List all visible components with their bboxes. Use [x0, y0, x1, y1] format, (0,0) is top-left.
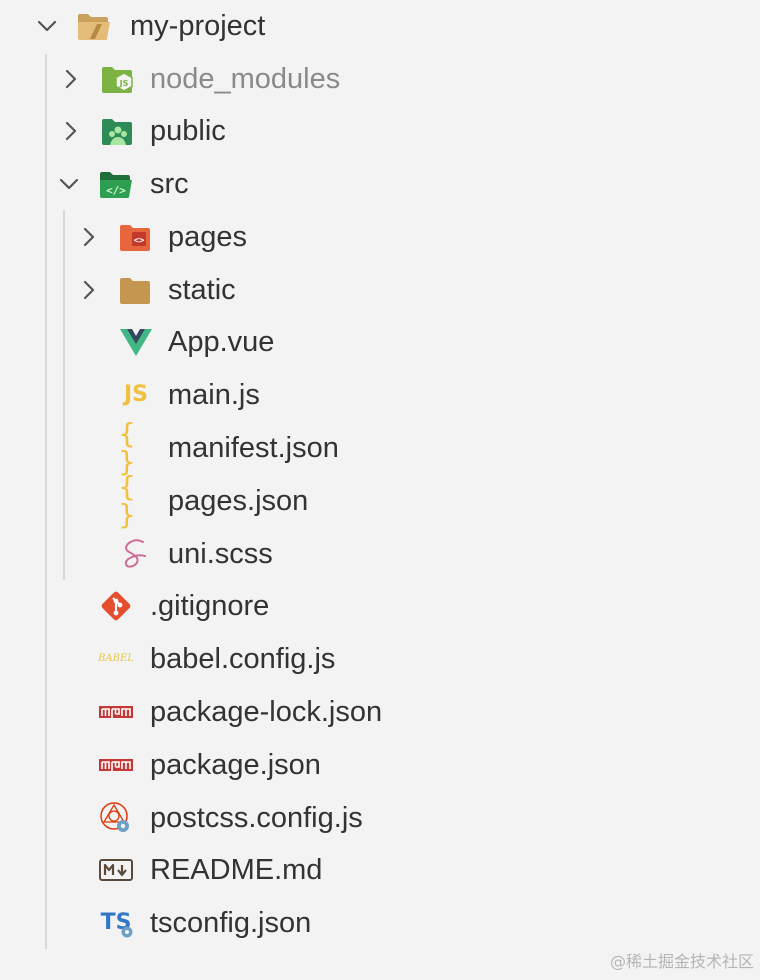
tree-item-label: pages	[168, 221, 248, 253]
tree-item-package-json[interactable]: package.json	[0, 739, 760, 791]
nodejs-folder-icon: JS	[100, 61, 136, 97]
tree-item-label: .gitignore	[150, 590, 270, 622]
tree-item-babel-config[interactable]: BABEL babel.config.js	[0, 633, 760, 685]
tree-item-postcss-config[interactable]: postcss.config.js	[0, 792, 760, 844]
tree-item-src[interactable]: </> src	[0, 158, 760, 210]
pages-folder-icon: <>	[118, 219, 154, 255]
chevron-down-icon[interactable]	[58, 170, 80, 198]
tree-item-main-js[interactable]: JS main.js	[0, 369, 760, 421]
tree-item-label: node_modules	[150, 63, 341, 95]
watermark: @稀土掘金技术社区	[609, 952, 754, 971]
src-folder-open-icon: </>	[98, 166, 134, 202]
sass-icon	[118, 536, 154, 572]
vue-icon	[118, 324, 154, 360]
svg-text:JS: JS	[119, 79, 129, 88]
chevron-down-icon[interactable]	[36, 12, 58, 40]
tree-item-label: src	[150, 168, 189, 200]
tree-item-public[interactable]: public	[0, 105, 760, 157]
tree-item-package-lock-json[interactable]: package-lock.json	[0, 686, 760, 738]
tree-item-uni-scss[interactable]: uni.scss	[0, 528, 760, 580]
tree-item-label: manifest.json	[168, 432, 339, 464]
chevron-right-icon[interactable]	[60, 117, 82, 145]
javascript-icon: JS	[123, 382, 149, 407]
tree-item-gitignore[interactable]: .gitignore	[0, 580, 760, 632]
json-icon: { }	[118, 470, 136, 531]
markdown-icon	[98, 852, 134, 888]
tree-item-label: main.js	[168, 379, 260, 411]
folder-open-icon	[76, 8, 112, 44]
tree-item-readme[interactable]: README.md	[0, 844, 760, 896]
gear-icon	[121, 926, 133, 938]
tree-item-static[interactable]: static	[0, 264, 760, 316]
tree-item-tsconfig[interactable]: TS tsconfig.json	[0, 897, 760, 949]
npm-icon	[98, 747, 134, 783]
tree-item-app-vue[interactable]: App.vue	[0, 316, 760, 368]
babel-icon: BABEL	[98, 653, 134, 664]
tree-item-label: postcss.config.js	[150, 802, 363, 834]
tree-item-node-modules[interactable]: JS node_modules	[0, 53, 760, 105]
tree-item-label: public	[150, 115, 226, 147]
svg-text:</>: </>	[106, 184, 126, 197]
tree-item-my-project[interactable]: my-project	[0, 0, 760, 52]
tree-item-manifest-json[interactable]: { } manifest.json	[0, 417, 760, 478]
postcss-icon	[98, 800, 134, 836]
npm-icon	[98, 694, 134, 730]
tree-item-pages-json[interactable]: { } pages.json	[0, 470, 760, 531]
json-icon: { }	[118, 417, 136, 478]
chevron-right-icon[interactable]	[78, 276, 100, 304]
tree-item-label: my-project	[130, 10, 266, 42]
tree-item-label: babel.config.js	[150, 643, 336, 675]
tree-item-pages[interactable]: <> pages	[0, 211, 760, 263]
tree-item-label: uni.scss	[168, 538, 273, 570]
chevron-right-icon[interactable]	[60, 65, 82, 93]
tree-item-label: package-lock.json	[150, 696, 383, 728]
tree-item-label: App.vue	[168, 326, 275, 358]
svg-text:<>: <>	[134, 236, 145, 246]
git-icon	[98, 588, 134, 624]
tree-item-label: README.md	[150, 854, 323, 886]
public-folder-icon	[100, 113, 136, 149]
folder-icon	[118, 272, 154, 308]
tree-item-label: package.json	[150, 749, 321, 781]
tree-item-label: static	[168, 274, 236, 306]
tree-item-label: tsconfig.json	[150, 907, 312, 939]
typescript-config-icon: TS	[98, 905, 134, 941]
file-explorer-tree: my-project JS node_modules public </> sr…	[0, 0, 760, 980]
tree-item-label: pages.json	[168, 485, 309, 517]
chevron-right-icon[interactable]	[78, 223, 100, 251]
